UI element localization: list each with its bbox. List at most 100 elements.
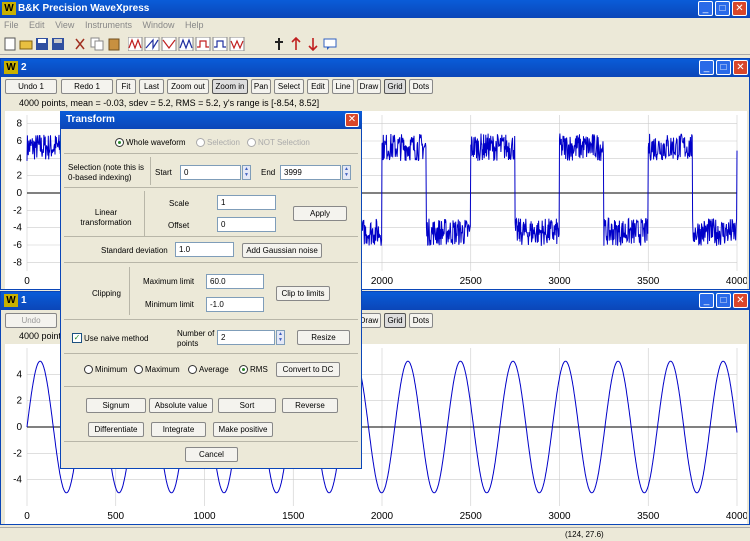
cancel-button[interactable]: Cancel bbox=[185, 447, 238, 462]
max-limit-input[interactable]: 60.0 bbox=[206, 274, 264, 289]
child-maximize-button[interactable]: □ bbox=[716, 60, 731, 75]
y-tick-label: 0 bbox=[16, 188, 22, 199]
y-tick-label: 6 bbox=[16, 136, 22, 147]
start-input[interactable]: 0 bbox=[180, 165, 241, 180]
draw-button[interactable]: Draw bbox=[357, 79, 381, 94]
select-button[interactable]: Select bbox=[274, 79, 304, 94]
differentiate-button[interactable]: Differentiate bbox=[88, 422, 144, 437]
number-of-points-label: Number of points bbox=[177, 329, 215, 348]
maximize-button[interactable]: □ bbox=[715, 1, 730, 16]
copy-icon[interactable] bbox=[90, 37, 104, 51]
new-icon[interactable] bbox=[3, 37, 17, 51]
redo-button[interactable]: Redo 1 bbox=[61, 79, 113, 94]
grid-button[interactable]: Grid bbox=[384, 313, 406, 328]
minimize-button[interactable]: _ bbox=[698, 1, 713, 16]
integrate-button[interactable]: Integrate bbox=[151, 422, 206, 437]
pan-button[interactable]: Pan bbox=[251, 79, 271, 94]
sort-button[interactable]: Sort bbox=[218, 398, 276, 413]
y-tick-label: -4 bbox=[13, 475, 22, 486]
y-tick-label: -2 bbox=[13, 448, 22, 459]
number-of-points-input[interactable]: 2 bbox=[217, 330, 275, 345]
radio-rms[interactable] bbox=[239, 365, 248, 374]
paste-icon[interactable] bbox=[107, 37, 121, 51]
naive-method-checkbox[interactable]: ✓ bbox=[72, 333, 82, 343]
line-button[interactable]: Line bbox=[332, 79, 354, 94]
menu-window[interactable]: Window bbox=[138, 18, 178, 32]
signum-button[interactable]: Signum bbox=[86, 398, 146, 413]
child-close-button[interactable]: ✕ bbox=[733, 293, 748, 308]
dialog-close-button[interactable]: ✕ bbox=[345, 113, 359, 127]
menu-edit[interactable]: Edit bbox=[25, 18, 49, 32]
separator bbox=[129, 267, 130, 315]
app-title: B&K Precision WaveXpress bbox=[18, 3, 150, 14]
scale-input[interactable]: 1 bbox=[217, 195, 276, 210]
save-icon[interactable] bbox=[35, 37, 49, 51]
menu-instruments[interactable]: Instruments bbox=[81, 18, 136, 32]
fit-button[interactable]: Fit bbox=[116, 79, 136, 94]
absolute-value-button[interactable]: Absolute value bbox=[149, 398, 213, 413]
app-titlebar: W B&K Precision WaveXpress _ □ ✕ bbox=[0, 0, 750, 18]
zoom-in-button[interactable]: Zoom in bbox=[212, 79, 248, 94]
child-minimize-button[interactable]: _ bbox=[699, 60, 714, 75]
make-positive-button[interactable]: Make positive bbox=[213, 422, 273, 437]
end-input[interactable]: 3999 bbox=[280, 165, 341, 180]
undo-button[interactable]: Undo 1 bbox=[5, 79, 57, 94]
radio-average[interactable] bbox=[188, 365, 197, 374]
comment-icon[interactable] bbox=[323, 37, 337, 51]
grid-button[interactable]: Grid bbox=[384, 79, 406, 94]
menu-view[interactable]: View bbox=[51, 18, 78, 32]
convert-to-dc-button[interactable]: Convert to DC bbox=[276, 362, 340, 377]
window-logo-icon: W bbox=[4, 294, 18, 307]
close-button[interactable]: ✕ bbox=[732, 1, 747, 16]
edit-button[interactable]: Edit bbox=[307, 79, 329, 94]
x-tick-label: 0 bbox=[24, 276, 30, 287]
open-icon[interactable] bbox=[19, 37, 33, 51]
cursor-coordinates: (124, 27.6) bbox=[565, 530, 604, 539]
menu-help[interactable]: Help bbox=[181, 18, 208, 32]
reverse-button[interactable]: Reverse bbox=[282, 398, 338, 413]
waveform-stats: 4000 points, mean = -0.03, sdev = 5.2, R… bbox=[19, 98, 320, 108]
instrument-icon[interactable] bbox=[272, 37, 286, 51]
resize-button[interactable]: Resize bbox=[297, 330, 350, 345]
stddev-input[interactable]: 1.0 bbox=[175, 242, 234, 257]
dots-button[interactable]: Dots bbox=[409, 79, 433, 94]
start-spinner[interactable]: ▲ ▼ bbox=[242, 165, 251, 180]
offset-input[interactable]: 0 bbox=[217, 217, 276, 232]
status-bar: (124, 27.6) bbox=[0, 527, 750, 541]
child-close-button[interactable]: ✕ bbox=[733, 60, 748, 75]
save-all-icon[interactable] bbox=[51, 37, 65, 51]
dialog-titlebar: Transform ✕ bbox=[60, 111, 362, 129]
window-title: 2 bbox=[21, 62, 27, 73]
radio-whole-waveform[interactable] bbox=[115, 138, 124, 147]
number-of-points-spinner[interactable]: ▲ ▼ bbox=[276, 330, 285, 345]
add-gaussian-noise-button[interactable]: Add Gaussian noise bbox=[242, 243, 322, 258]
menubar: File Edit View Instruments Window Help bbox=[0, 18, 750, 33]
radio-minimum[interactable] bbox=[84, 365, 93, 374]
min-limit-input[interactable]: -1.0 bbox=[206, 297, 264, 312]
linear-transformation-label: Linear transformation bbox=[80, 208, 132, 227]
arrow-up-icon[interactable] bbox=[306, 37, 320, 51]
y-tick-label: -8 bbox=[13, 257, 22, 268]
apply-button[interactable]: Apply bbox=[293, 206, 347, 221]
waveform-buttons-icon[interactable] bbox=[128, 37, 258, 51]
dots-button[interactable]: Dots bbox=[409, 313, 433, 328]
x-tick-label: 1500 bbox=[282, 511, 305, 522]
clip-to-limits-button[interactable]: Clip to limits bbox=[276, 286, 330, 301]
last-button[interactable]: Last bbox=[139, 79, 164, 94]
offset-label: Offset bbox=[168, 221, 190, 230]
separator bbox=[64, 187, 358, 188]
radio-maximum[interactable] bbox=[134, 365, 143, 374]
arrow-down-up-icon[interactable] bbox=[289, 37, 303, 51]
radio-not-selection[interactable] bbox=[247, 138, 256, 147]
zoom-out-button[interactable]: Zoom out bbox=[167, 79, 209, 94]
cut-icon[interactable] bbox=[73, 37, 87, 51]
min-limit-label: Minimum limit bbox=[145, 300, 194, 309]
child-maximize-button[interactable]: □ bbox=[716, 293, 731, 308]
menu-file[interactable]: File bbox=[0, 18, 23, 32]
max-limit-label: Maximum limit bbox=[143, 277, 195, 286]
radio-selection[interactable] bbox=[196, 138, 205, 147]
end-spinner[interactable]: ▲ ▼ bbox=[342, 165, 351, 180]
undo-button[interactable]: Undo bbox=[5, 313, 57, 328]
child-minimize-button[interactable]: _ bbox=[699, 293, 714, 308]
selection-note: Selection (note this is 0-based indexing… bbox=[68, 163, 145, 182]
